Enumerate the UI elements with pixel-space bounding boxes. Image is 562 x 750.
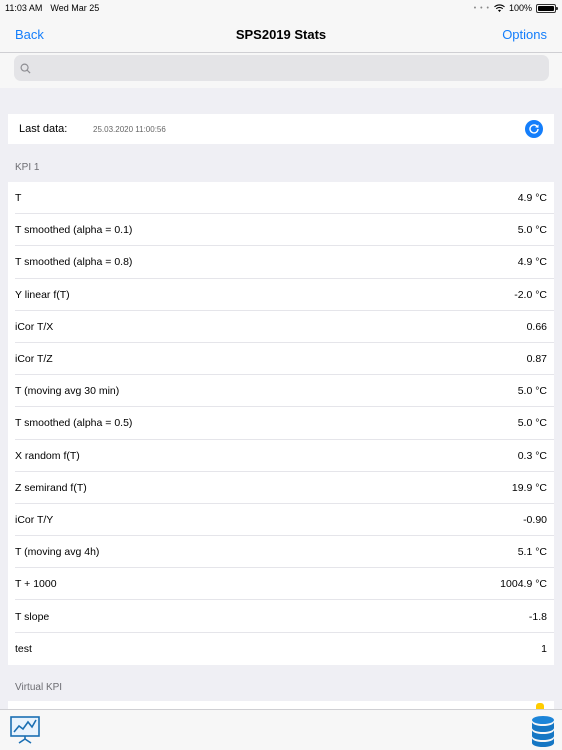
kpi-name: T smoothed (alpha = 0.8) (15, 256, 133, 269)
table-row[interactable]: iCor T/Z 0.87 (8, 343, 554, 376)
search-bar[interactable] (14, 55, 549, 81)
nav-bar: Back SPS2019 Stats Options (0, 16, 562, 53)
kpi-value: 5.1 °C (517, 546, 547, 559)
kpi-name: iCor T/Z (15, 353, 53, 366)
search-input[interactable] (35, 61, 549, 75)
search-icon (20, 63, 31, 74)
tab-bar (0, 709, 562, 750)
table-row[interactable]: T 4.9 °C (8, 182, 554, 215)
table-row[interactable]: T smoothed (alpha = 0.1) 5.0 °C (8, 214, 554, 247)
kpi-name: test (15, 642, 32, 655)
status-right: • • • 100% (473, 3, 558, 13)
kpi-name: X random f(T) (15, 449, 80, 462)
kpi-name: iCor T/X (15, 320, 54, 333)
status-date: Wed Mar 25 (50, 3, 100, 13)
kpi-value: 5.0 °C (517, 224, 547, 237)
last-data-row: Last data: 25.03.2020 11:00:56 (8, 114, 554, 144)
table-row[interactable]: iCor T/X 0.66 (8, 311, 554, 344)
refresh-icon (529, 124, 539, 134)
page-title: SPS2019 Stats (235, 26, 327, 42)
database-icon[interactable] (530, 715, 556, 750)
kpi-value: -0.90 (523, 513, 547, 526)
battery-percent: 100% (508, 3, 532, 13)
battery-fill (538, 5, 554, 11)
last-data-value: 25.03.2020 11:00:56 (93, 124, 166, 134)
wifi-icon (494, 3, 505, 12)
kpi-name: T smoothed (alpha = 0.5) (15, 417, 133, 430)
table-row[interactable]: test 1 (8, 633, 554, 665)
kpi-name: T + 1000 (15, 578, 57, 591)
table-row[interactable]: X random f(T) 0.3 °C (8, 440, 554, 472)
table-row[interactable]: T (moving avg 4h) 5.1 °C (8, 536, 554, 569)
kpi-value: 0.87 (526, 353, 547, 366)
kpi-value: 1004.9 °C (500, 578, 547, 591)
table-row[interactable]: T (moving avg 30 min) 5.0 °C (8, 375, 554, 408)
kpi-name: T (moving avg 4h) (15, 546, 100, 559)
virtual-kpi-table-peek (8, 701, 554, 709)
app-screen: 11:03 AM Wed Mar 25 • • • 100% Back SPS2… (0, 0, 562, 750)
status-bar: 11:03 AM Wed Mar 25 • • • 100% (0, 0, 562, 16)
kpi-value: 4.9 °C (517, 192, 547, 205)
signal-dots-icon: • • • (473, 4, 490, 12)
kpi-name: T slope (15, 610, 50, 623)
chart-presentation-icon[interactable] (10, 716, 40, 749)
table-row[interactable]: Y linear f(T) -2.0 °C (8, 279, 554, 311)
kpi-name: iCor T/Y (15, 513, 54, 526)
kpi-value: -1.8 (528, 610, 547, 623)
kpi-name: Z semirand f(T) (15, 481, 87, 494)
status-time: 11:03 AM (5, 3, 43, 13)
section-header-virtual-kpi: Virtual KPI (15, 682, 63, 693)
kpi-value: 19.9 °C (511, 481, 547, 494)
kpi-name: T (15, 192, 22, 205)
back-button[interactable]: Back (15, 27, 44, 42)
options-button[interactable]: Options (502, 27, 547, 42)
kpi-value: 1 (541, 642, 547, 655)
section-header-kpi1: KPI 1 (15, 162, 40, 173)
kpi-name: T smoothed (alpha = 0.1) (15, 224, 133, 237)
kpi-value: 5.0 °C (517, 417, 547, 430)
kpi-name: Y linear f(T) (15, 288, 70, 301)
battery-icon (536, 3, 558, 13)
table-row[interactable]: T + 1000 1004.9 °C (8, 568, 554, 601)
table-row[interactable]: T smoothed (alpha = 0.5) 5.0 °C (8, 407, 554, 440)
table-row[interactable]: T smoothed (alpha = 0.8) 4.9 °C (8, 246, 554, 279)
kpi-value: 0.66 (526, 320, 547, 333)
kpi-value: 0.3 °C (517, 449, 547, 462)
kpi-value: 4.9 °C (517, 256, 547, 269)
table-row[interactable]: T slope -1.8 (8, 600, 554, 633)
search-bar-container (0, 53, 562, 88)
kpi-value: -2.0 °C (514, 288, 547, 301)
table-row[interactable]: iCor T/Y -0.90 (8, 504, 554, 537)
refresh-button[interactable] (525, 120, 543, 138)
table-row[interactable]: Z semirand f(T) 19.9 °C (8, 472, 554, 505)
kpi-name: T (moving avg 30 min) (15, 385, 120, 398)
kpi-value: 5.0 °C (517, 385, 547, 398)
kpi1-table: T 4.9 °C T smoothed (alpha = 0.1) 5.0 °C T s… (8, 182, 554, 665)
last-data-label: Last data: (19, 123, 68, 135)
